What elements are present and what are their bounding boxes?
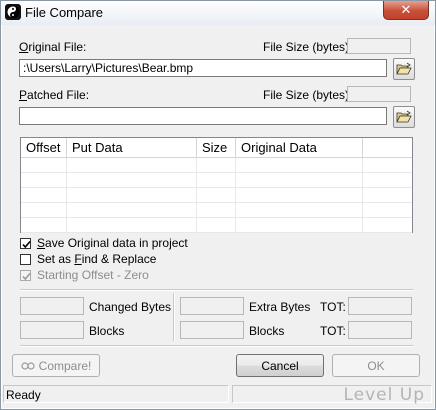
table-row[interactable] — [21, 173, 412, 188]
tot-label: TOT: — [320, 300, 346, 314]
changed-bytes-field — [20, 297, 84, 315]
column-header-offset[interactable]: Offset — [21, 138, 67, 158]
original-file-label: Original File: — [19, 40, 87, 54]
starting-offset-option: Starting Offset - Zero — [20, 268, 149, 282]
close-button[interactable]: ✕ — [383, 1, 429, 20]
grid-rows — [21, 158, 412, 233]
column-header-put-data[interactable]: Put Data — [67, 138, 197, 158]
save-original-label: Save Original data in project — [37, 236, 188, 250]
window-title: File Compare — [25, 5, 104, 20]
find-replace-option[interactable]: Set as Find & Replace — [20, 252, 156, 266]
patched-file-input[interactable] — [19, 107, 387, 125]
blocks-left-label: Blocks — [89, 324, 125, 338]
yin-yang-icon — [5, 4, 21, 20]
find-replace-checkbox[interactable] — [20, 253, 31, 265]
table-row[interactable] — [21, 158, 412, 173]
save-original-option[interactable]: Save Original data in project — [20, 236, 188, 250]
tot-label: TOT: — [320, 324, 346, 338]
divider — [20, 289, 413, 291]
open-folder-icon — [396, 62, 412, 75]
compare-icon — [21, 361, 35, 370]
open-folder-icon — [396, 110, 412, 123]
blocks-right-label: Blocks — [249, 324, 285, 338]
cancel-button[interactable]: Cancel — [236, 354, 324, 377]
grid-header: Offset Put Data Size Original Data — [21, 138, 412, 158]
blocks-left-field — [20, 321, 84, 339]
column-header-filler — [363, 138, 412, 158]
table-row[interactable] — [21, 203, 412, 218]
starting-offset-checkbox — [20, 269, 31, 281]
table-row[interactable] — [21, 188, 412, 203]
patched-size-field — [347, 86, 411, 102]
table-row[interactable] — [21, 218, 412, 233]
tot-extra-field — [348, 297, 412, 315]
patched-size-label: File Size (bytes): — [263, 88, 353, 102]
status-text: Ready — [3, 385, 229, 403]
dialog-body: Original File: File Size (bytes): :\User… — [7, 25, 429, 405]
tot-blocks-field — [348, 321, 412, 339]
patched-file-label: Patched File: — [19, 88, 90, 102]
compare-button[interactable]: Compare! — [12, 354, 100, 377]
original-file-input[interactable]: :\Users\Larry\Pictures\Bear.bmp — [19, 59, 387, 77]
close-icon: ✕ — [400, 2, 412, 17]
ok-button[interactable]: OK — [332, 354, 420, 377]
divider — [173, 293, 175, 341]
original-size-label: File Size (bytes): — [263, 40, 353, 54]
blocks-right-field — [180, 321, 244, 339]
browse-patched-button[interactable] — [393, 106, 415, 128]
changed-bytes-label: Changed Bytes — [89, 300, 172, 314]
extra-bytes-field — [180, 297, 244, 315]
divider — [20, 345, 413, 347]
save-original-checkbox[interactable] — [20, 237, 31, 249]
original-size-field — [347, 38, 411, 54]
file-compare-window: File Compare ✕ Original File: File Size … — [0, 0, 436, 410]
patch-data-grid[interactable]: Offset Put Data Size Original Data — [20, 137, 413, 233]
find-replace-label: Set as Find & Replace — [37, 252, 157, 266]
column-header-size[interactable]: Size — [197, 138, 236, 158]
starting-offset-label: Starting Offset - Zero — [37, 268, 149, 282]
browse-original-button[interactable] — [393, 58, 415, 80]
title-bar[interactable]: File Compare ✕ — [1, 1, 435, 25]
extra-bytes-label: Extra Bytes — [249, 300, 311, 314]
column-header-original-data[interactable]: Original Data — [236, 138, 363, 158]
watermark: Level Up — [343, 385, 425, 405]
